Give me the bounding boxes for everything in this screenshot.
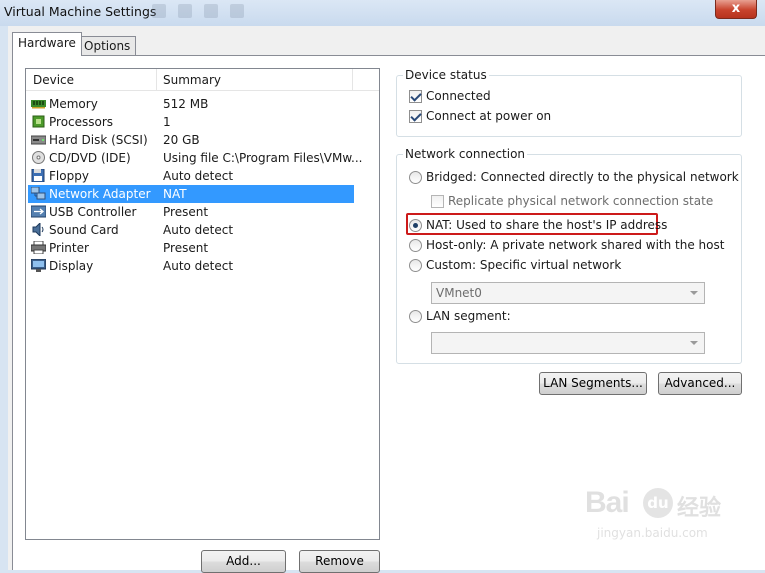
bridged-label: Bridged: Connected directly to the physi… (426, 170, 739, 184)
radio-unchecked-icon (409, 171, 422, 184)
connect-at-power-on-label: Connect at power on (426, 109, 552, 123)
window-title: Virtual Machine Settings (4, 4, 157, 19)
device-summary: Present (163, 205, 209, 219)
device-name: Processors (49, 115, 114, 129)
device-summary: 1 (163, 115, 171, 129)
lan-segments-button[interactable]: LAN Segments... (539, 372, 647, 395)
memory-icon (31, 100, 46, 109)
usb-icon (31, 205, 46, 218)
device-row-printer[interactable]: Printer Present (28, 239, 354, 257)
device-summary: NAT (163, 187, 187, 201)
device-summary: Present (163, 241, 209, 255)
close-button[interactable]: x (715, 0, 757, 19)
network-adapter-icon (31, 187, 46, 200)
device-name: Sound Card (49, 223, 119, 237)
checkbox-checked-icon (409, 110, 422, 123)
custom-network-select[interactable]: VMnet0 (431, 282, 705, 304)
device-list-header: Device Summary (26, 69, 379, 91)
paw-icon: du (643, 488, 673, 518)
device-status-title: Device status (403, 68, 489, 82)
checkbox-checked-icon (409, 90, 422, 103)
baidu-jingyan-watermark: Bai du 经验 jingyan.baidu.com (585, 486, 725, 548)
display-icon (31, 259, 46, 272)
device-row-usb-controller[interactable]: USB Controller Present (28, 203, 354, 221)
device-name: CD/DVD (IDE) (49, 151, 131, 165)
device-summary: 20 GB (163, 133, 200, 147)
radio-unchecked-icon (409, 310, 422, 323)
processor-icon (32, 115, 45, 128)
radio-checked-icon (409, 219, 422, 232)
watermark-url: jingyan.baidu.com (597, 526, 708, 540)
chevron-down-icon (690, 341, 698, 345)
device-row-hard-disk[interactable]: Hard Disk (SCSI) 20 GB (28, 131, 354, 149)
hard-disk-icon (31, 135, 46, 145)
device-row-floppy[interactable]: Floppy Auto detect (28, 167, 354, 185)
custom-label: Custom: Specific virtual network (426, 258, 622, 272)
tab-options[interactable]: Options (78, 36, 137, 56)
host-only-label: Host-only: A private network shared with… (426, 238, 725, 252)
title-bar: Virtual Machine Settings x (0, 0, 765, 26)
nat-label: NAT: Used to share the host's IP address (426, 218, 668, 232)
floppy-icon (31, 169, 45, 182)
device-summary: Auto detect (163, 259, 234, 273)
cd-dvd-icon (32, 151, 45, 164)
device-name: Display (49, 259, 94, 273)
connected-label: Connected (426, 89, 491, 103)
custom-network-value: VMnet0 (436, 286, 482, 300)
device-row-sound-card[interactable]: Sound Card Auto detect (28, 221, 354, 239)
device-list[interactable]: Device Summary Memory 512 MB Processors … (25, 68, 380, 540)
radio-unchecked-icon (409, 259, 422, 272)
device-summary: 512 MB (163, 97, 209, 111)
device-row-memory[interactable]: Memory 512 MB (28, 95, 354, 113)
device-name: USB Controller (49, 205, 137, 219)
chevron-down-icon (690, 291, 698, 295)
network-connection-title: Network connection (403, 147, 528, 161)
device-row-network-adapter[interactable]: Network Adapter NAT (28, 185, 354, 203)
device-summary: Using file C:\Program Files\VMw... (163, 151, 363, 165)
device-name: Floppy (49, 169, 89, 183)
checkbox-unchecked-icon (431, 195, 444, 208)
sound-card-icon (32, 223, 44, 236)
radio-unchecked-icon (409, 239, 422, 252)
column-header-summary[interactable]: Summary (163, 73, 221, 87)
device-name: Memory (49, 97, 98, 111)
close-icon: x (731, 1, 741, 16)
watermark-brand: Bai (585, 486, 630, 519)
watermark-chinese: 经验 (677, 496, 722, 521)
printer-icon (31, 241, 46, 254)
device-summary: Auto detect (163, 169, 234, 183)
column-header-device[interactable]: Device (33, 73, 74, 87)
device-name: Network Adapter (49, 187, 151, 201)
replicate-state-label: Replicate physical network connection st… (448, 194, 714, 208)
lan-segment-select[interactable] (431, 332, 705, 354)
device-status-group: Device status Connected Connect at power… (396, 68, 742, 137)
device-row-cd-dvd[interactable]: CD/DVD (IDE) Using file C:\Program Files… (28, 149, 363, 167)
device-name: Printer (49, 241, 89, 255)
tab-hardware[interactable]: Hardware (12, 32, 82, 56)
device-row-display[interactable]: Display Auto detect (28, 257, 354, 275)
lan-segment-label: LAN segment: (426, 309, 511, 323)
device-summary: Auto detect (163, 223, 234, 237)
title-toolbar-ghost (152, 4, 244, 18)
device-row-processors[interactable]: Processors 1 (28, 113, 354, 131)
advanced-button[interactable]: Advanced... (658, 372, 742, 395)
network-connection-group: Network connection Bridged: Connected di… (396, 147, 742, 364)
device-name: Hard Disk (SCSI) (49, 133, 148, 147)
